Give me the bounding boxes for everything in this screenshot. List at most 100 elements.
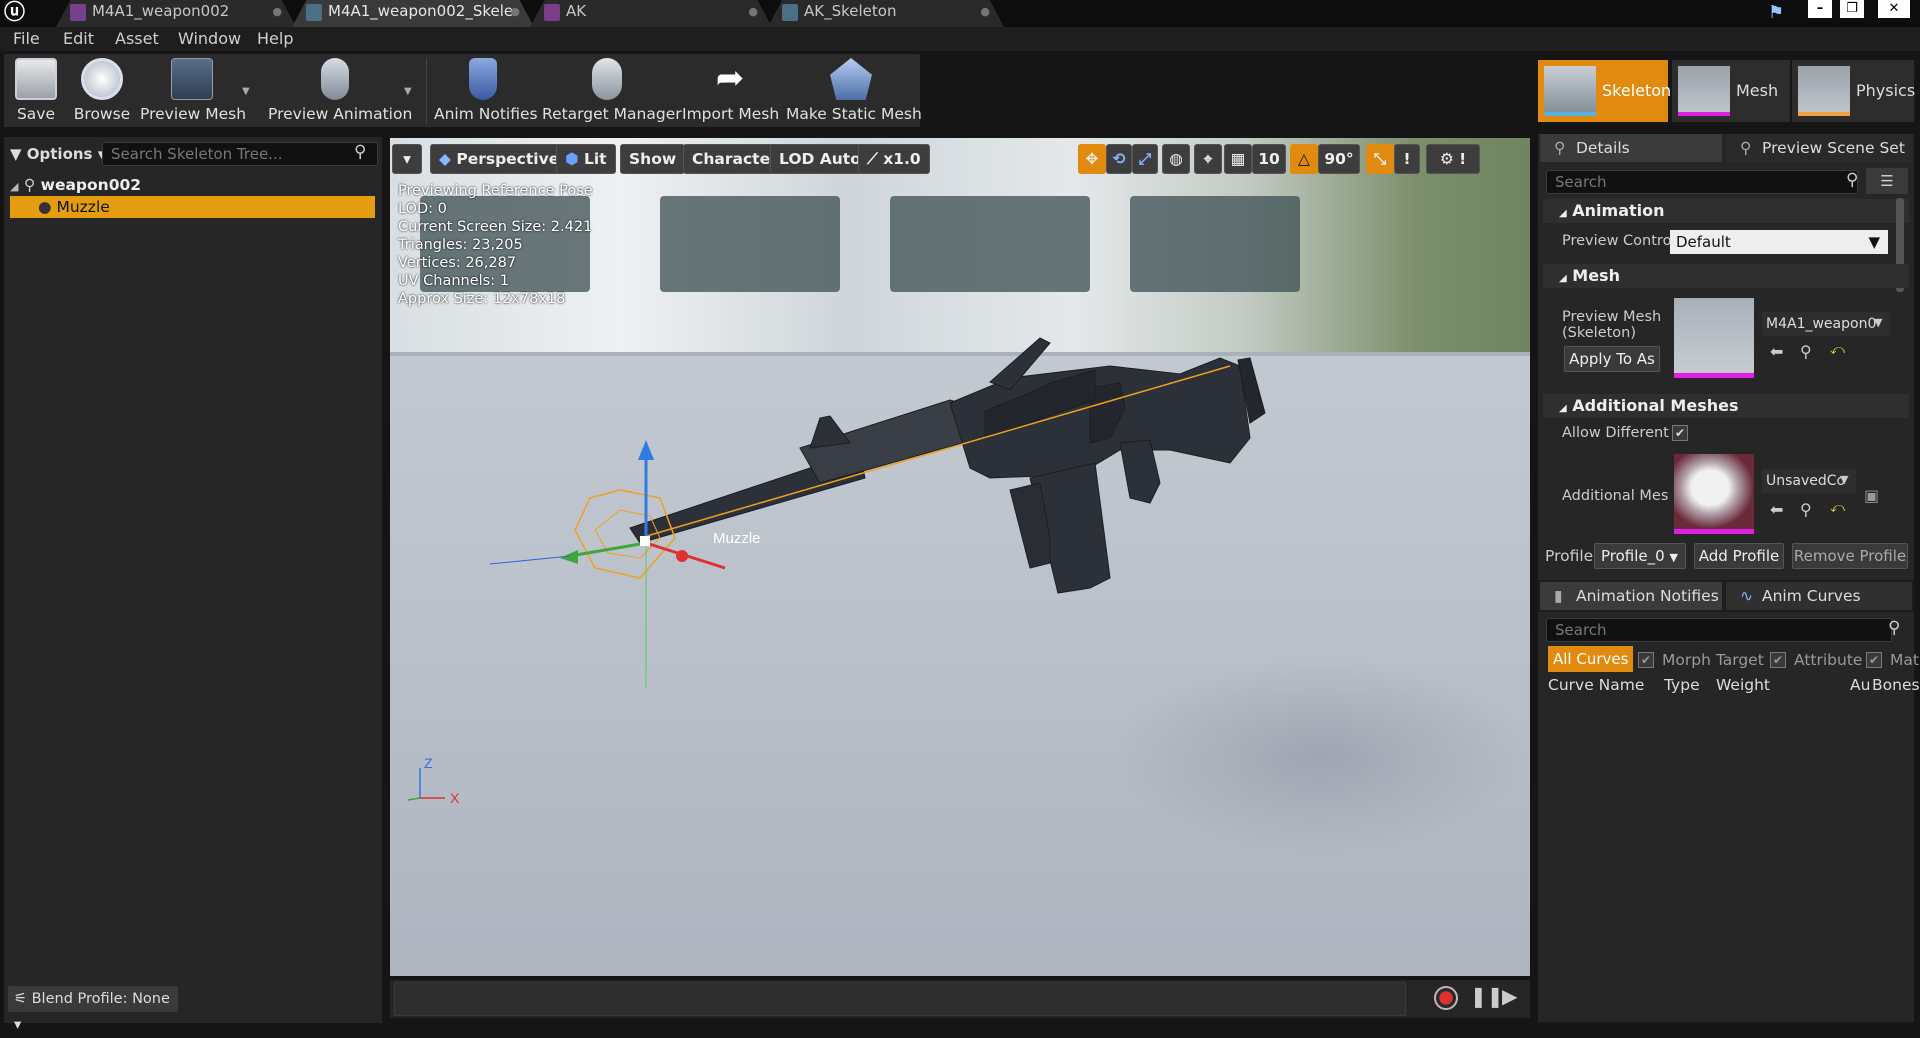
socket-icon: ● <box>38 198 52 216</box>
mode-skeleton-button[interactable]: Skeleton <box>1538 60 1671 122</box>
column-bones[interactable]: Bones <box>1872 676 1920 694</box>
preview-mesh-button[interactable]: Preview Mesh <box>140 56 246 126</box>
pause-icon[interactable]: ❚❚ <box>1470 984 1504 1008</box>
use-selected-asset-icon[interactable]: ⬅ <box>1770 342 1783 361</box>
options-dropdown[interactable]: ▼ Options ▾ <box>10 145 105 163</box>
minimize-button[interactable]: – <box>1808 0 1832 18</box>
tab-m4a1-weapon002-skeleton[interactable]: M4A1_weapon002_Skele ● <box>292 0 534 27</box>
section-mesh[interactable]: ◢ Mesh <box>1543 264 1909 288</box>
gizmo-x-axis-neg <box>489 555 571 565</box>
menu-help[interactable]: Help <box>257 29 293 48</box>
gizmo-center[interactable] <box>640 536 650 546</box>
column-au[interactable]: Au <box>1850 676 1870 694</box>
rifle-model[interactable]: Muzzle Z X <box>390 138 1530 976</box>
tab-details[interactable]: ⚲ Details <box>1540 134 1722 162</box>
expand-arrow-icon[interactable]: ◢ <box>10 180 18 193</box>
column-type[interactable]: Type <box>1664 676 1700 694</box>
tree-item-weapon002[interactable]: ◢ ⚲ weapon002 <box>10 174 141 196</box>
save-asset-icon[interactable]: ▣ <box>1864 486 1879 505</box>
close-button[interactable]: ✕ <box>1878 0 1910 18</box>
chevron-down-icon[interactable]: ▼ <box>1840 473 1848 486</box>
use-selected-asset-icon[interactable]: ⬅ <box>1770 500 1783 519</box>
anim-curves-panel-bg <box>1538 612 1914 1022</box>
record-icon[interactable] <box>1434 986 1458 1010</box>
import-mesh-button[interactable]: ➦ Import Mesh <box>682 56 779 126</box>
preview-mesh-thumbnail[interactable] <box>1674 298 1754 378</box>
preview-animation-dropdown-icon[interactable]: ▼ <box>404 86 412 97</box>
tab-animation-notifies[interactable]: ▮ Animation Notifies <box>1540 582 1722 610</box>
view-options-icon[interactable]: ☰ <box>1866 168 1908 194</box>
viewport[interactable]: ▾ ◆ Perspective ⬢ Lit Show Character LOD… <box>390 138 1530 976</box>
unreal-logo-icon[interactable]: ⓤ <box>4 0 30 25</box>
chevron-down-icon[interactable]: ▼ <box>1874 316 1882 329</box>
apply-to-asset-button[interactable]: Apply To As <box>1564 346 1660 372</box>
preview-controller-dropdown[interactable]: Default ▼ <box>1670 230 1888 254</box>
search-icon[interactable]: ⚲ <box>1846 170 1858 190</box>
blend-profile-dropdown[interactable]: ⚟ Blend Profile: None ▾ <box>8 986 178 1033</box>
timeline-track[interactable] <box>394 982 1406 1016</box>
search-icon[interactable]: ⚲ <box>1888 618 1900 638</box>
menu-file[interactable]: File <box>13 29 40 48</box>
chevron-down-icon: ▼ <box>1669 551 1678 564</box>
allow-different-label: Allow Different <box>1562 425 1669 441</box>
close-tab-icon[interactable]: ● <box>980 0 990 23</box>
section-additional-meshes[interactable]: ◢ Additional Meshes <box>1543 394 1909 418</box>
tree-item-muzzle[interactable]: ● Muzzle <box>10 196 375 218</box>
make-static-mesh-button[interactable]: Make Static Mesh <box>786 56 922 126</box>
section-animation[interactable]: ◢ Animation <box>1543 199 1909 223</box>
column-curve-name[interactable]: Curve Name <box>1548 676 1644 694</box>
browse-asset-icon[interactable]: ⚲ <box>1800 342 1812 361</box>
skeleton-tree-search-input[interactable]: Search Skeleton Tree... <box>102 142 378 166</box>
allow-different-checkbox[interactable]: ✔ <box>1672 425 1688 441</box>
maximize-button[interactable]: ❐ <box>1840 0 1864 18</box>
preview-controller-label: Preview Contro <box>1562 233 1672 249</box>
attribute-checkbox[interactable]: ✔ <box>1770 652 1786 668</box>
tab-preview-scene-settings[interactable]: ⚲ Preview Scene Set <box>1726 134 1912 162</box>
notifies-icon: ▮ <box>1554 587 1563 605</box>
reset-icon[interactable]: ⤺ <box>1830 500 1845 516</box>
add-profile-button[interactable]: Add Profile <box>1694 543 1784 569</box>
reset-icon[interactable]: ⤺ <box>1830 342 1845 358</box>
tab-anim-curves[interactable]: ∿ Anim Curves <box>1726 582 1912 610</box>
preview-mesh-dropdown-icon[interactable]: ▼ <box>242 86 250 97</box>
step-forward-icon[interactable]: ▶ <box>1502 984 1517 1008</box>
tab-ak[interactable]: AK ● <box>530 0 772 27</box>
details-search-input[interactable]: Search <box>1546 170 1858 194</box>
morph-target-checkbox[interactable]: ✔ <box>1638 652 1654 668</box>
close-tab-icon[interactable]: ● <box>748 0 758 23</box>
feedback-icon[interactable]: ⚑ <box>1768 2 1792 23</box>
transform-gizmo[interactable] <box>489 440 726 688</box>
remove-profile-button[interactable]: Remove Profile <box>1792 543 1908 569</box>
menu-edit[interactable]: Edit <box>63 29 94 48</box>
profile-dropdown[interactable]: Profile_0 ▼ <box>1594 543 1686 569</box>
menu-asset[interactable]: Asset <box>115 29 159 48</box>
tab-m4a1-weapon002[interactable]: M4A1_weapon002 ● <box>56 0 296 27</box>
preview-mesh-dropdown[interactable]: M4A1_weapon0 <box>1762 312 1890 336</box>
mode-mesh-button[interactable]: Mesh <box>1672 60 1790 122</box>
additional-mesh-thumbnail[interactable] <box>1674 454 1754 534</box>
preview-animation-button[interactable]: Preview Animation <box>268 56 412 126</box>
close-tab-icon[interactable]: ● <box>510 0 520 23</box>
material-checkbox[interactable]: ✔ <box>1866 652 1882 668</box>
preview-scene-icon: ⚲ <box>1740 139 1752 157</box>
search-icon[interactable]: ⚲ <box>354 142 366 162</box>
mode-physics-button[interactable]: Physics <box>1792 60 1915 122</box>
save-button[interactable]: Save <box>8 56 64 126</box>
curves-search-input[interactable]: Search <box>1546 618 1892 642</box>
preview-mesh-icon <box>171 58 213 100</box>
skeleton-thumbnail <box>1544 66 1596 116</box>
axis-x-label: X <box>450 790 460 806</box>
gizmo-x-handle-icon[interactable] <box>676 550 688 562</box>
close-tab-icon[interactable]: ● <box>272 0 282 23</box>
menu-window[interactable]: Window <box>178 29 241 48</box>
anim-notifies-button[interactable]: Anim Notifies <box>434 56 538 126</box>
browse-button[interactable]: Browse <box>70 56 134 126</box>
mesh-thumbnail <box>1678 66 1730 116</box>
retarget-manager-button[interactable]: Retarget Manager <box>542 56 682 126</box>
details-icon: ⚲ <box>1554 139 1566 157</box>
browse-asset-icon[interactable]: ⚲ <box>1800 500 1812 519</box>
gizmo-z-arrow-icon[interactable] <box>638 440 654 460</box>
tab-ak-skeleton[interactable]: AK_Skeleton ● <box>768 0 1004 27</box>
all-curves-filter-button[interactable]: All Curves <box>1548 646 1634 672</box>
column-weight[interactable]: Weight <box>1716 676 1770 694</box>
